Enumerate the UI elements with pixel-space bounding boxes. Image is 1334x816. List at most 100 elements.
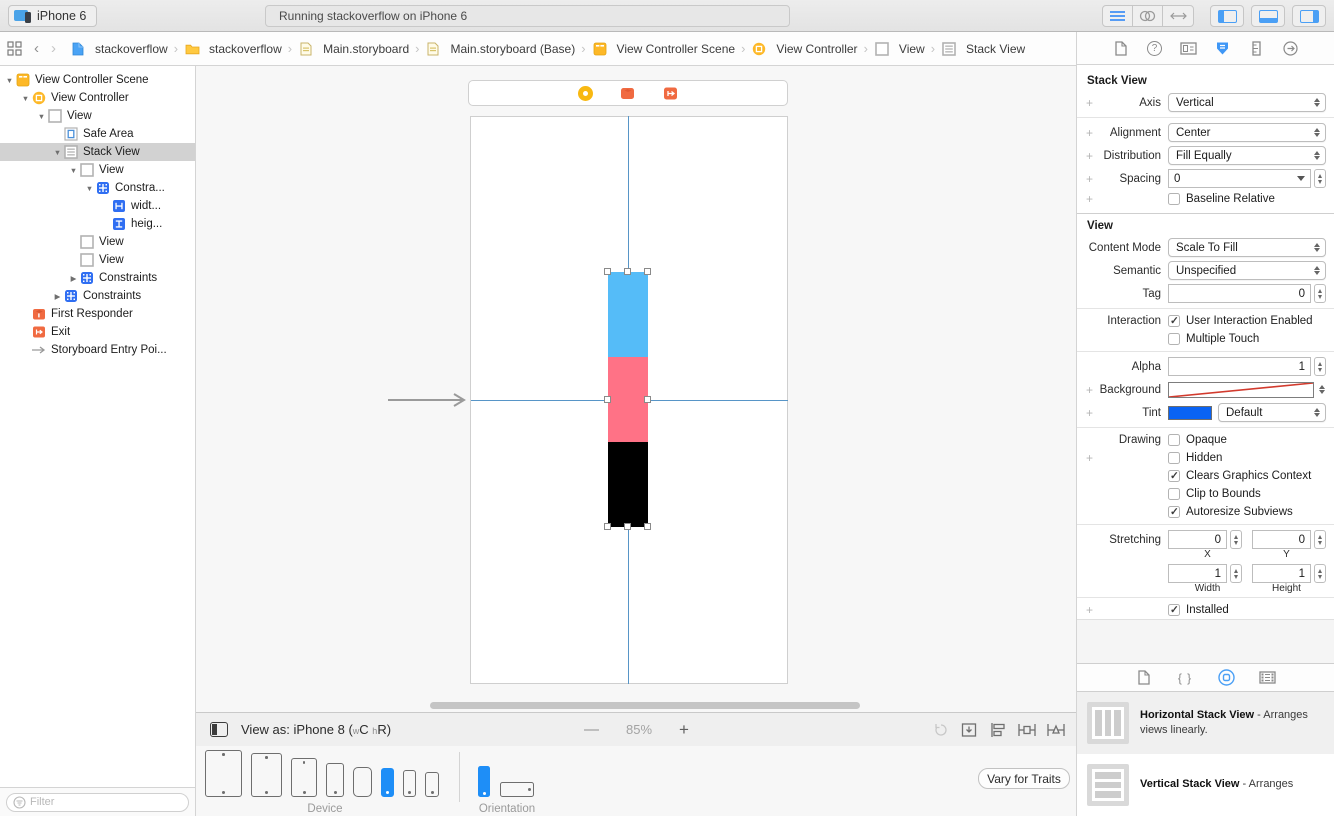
outline-row-widt[interactable]: widt... [0,197,195,215]
device-ipad-pro-129[interactable] [205,750,242,797]
stack-block-bottom[interactable] [608,442,648,527]
breadcrumb-item[interactable]: Stack View [941,42,1025,56]
device-bar-toggle-button[interactable] [210,722,228,737]
add-variation-button[interactable] [1086,451,1093,465]
selection-handle[interactable] [644,268,651,275]
outline-row-heig[interactable]: heig... [0,215,195,233]
disclosure-triangle[interactable]: ▼ [36,112,47,121]
alignment-popup[interactable]: Center [1168,123,1326,142]
connections-inspector-tab[interactable] [1282,40,1300,56]
stretching-y-field[interactable]: 0 [1252,530,1311,549]
content-mode-popup[interactable]: Scale To Fill [1168,238,1326,257]
selection-handle[interactable] [624,268,631,275]
outline-row-stack-view[interactable]: ▼ Stack View [0,143,195,161]
alpha-stepper[interactable] [1314,357,1326,376]
device-iphone-4s[interactable] [425,772,439,797]
disclosure-triangle[interactable]: ▼ [68,166,79,175]
breadcrumb-item[interactable]: View Controller [751,42,858,56]
stretching-width-stepper[interactable] [1230,564,1242,583]
outline-row-view-controller-scene[interactable]: ▼ View Controller Scene [0,71,195,89]
selection-handle[interactable] [624,523,631,530]
scheme-selector-button[interactable]: iPhone 6 [8,4,98,27]
disclosure-triangle[interactable]: ▼ [4,76,15,85]
add-variation-button[interactable] [1086,149,1093,163]
breadcrumb-item[interactable]: Main.storyboard (Base) [425,42,575,56]
semantic-popup[interactable]: Unspecified [1168,261,1326,280]
view-controller-dock-icon[interactable] [578,85,593,101]
spacing-field[interactable]: 0 [1168,169,1311,188]
assistant-editor-button[interactable] [1133,6,1163,26]
attributes-inspector-tab[interactable] [1214,41,1232,56]
selection-handle[interactable] [644,396,651,403]
file-inspector-tab[interactable] [1112,40,1130,56]
storyboard-canvas[interactable] [196,66,1076,712]
library-item-vertical-stack-view[interactable]: Vertical Stack View - Arranges [1077,754,1334,816]
standard-editor-button[interactable] [1103,6,1133,26]
selection-handle[interactable] [604,396,611,403]
add-constraints-icon[interactable] [1017,722,1037,738]
breadcrumb-item[interactable]: stackoverflow [70,42,168,56]
device-iphone-x[interactable] [353,767,372,797]
add-variation-button[interactable] [1086,383,1093,397]
outline-row-exit[interactable]: Exit [0,323,195,341]
selection-handle[interactable] [604,523,611,530]
background-popup-arrows[interactable] [1317,384,1326,395]
vary-for-traits-button[interactable]: Vary for Traits [978,768,1070,789]
quick-help-inspector-tab[interactable] [1146,40,1164,56]
add-variation-button[interactable] [1086,172,1093,186]
media-library-tab[interactable] [1258,671,1276,684]
file-template-library-tab[interactable] [1135,670,1153,685]
stretching-x-stepper[interactable] [1230,530,1242,549]
selection-handle[interactable] [644,523,651,530]
zoom-in-button[interactable]: + [679,720,689,740]
zoom-level[interactable]: 85% [626,722,652,737]
filter-input[interactable] [30,796,182,808]
breadcrumb-item[interactable]: Main.storyboard [298,42,409,56]
disclosure-triangle[interactable]: ▼ [20,94,31,103]
axis-popup[interactable]: Vertical [1168,93,1326,112]
add-variation-button[interactable] [1086,406,1093,420]
outline-row-constraints[interactable]: ▶ Constraints [0,269,195,287]
disclosure-triangle[interactable]: ▶ [52,292,63,301]
breadcrumb-item[interactable]: stackoverflow [184,42,282,56]
stretching-y-stepper[interactable] [1314,530,1326,549]
selection-handle[interactable] [604,268,611,275]
multiple-touch-checkbox[interactable] [1168,333,1180,345]
update-frames-icon[interactable] [932,722,950,738]
orientation-portrait-button[interactable] [478,766,490,797]
background-color-well[interactable] [1168,381,1314,398]
stretching-height-field[interactable]: 1 [1252,564,1311,583]
stack-view-on-canvas[interactable] [608,272,648,527]
outline-row-view[interactable]: ▼ View [0,107,195,125]
storyboard-entry-point-arrow[interactable] [386,391,472,409]
tag-field[interactable]: 0 [1168,284,1311,303]
identity-inspector-tab[interactable] [1180,41,1198,55]
stretching-height-stepper[interactable] [1314,564,1326,583]
toggle-debug-area-button[interactable] [1251,5,1285,27]
stack-block-middle[interactable] [608,357,648,442]
clip-to-bounds-checkbox[interactable] [1168,488,1180,500]
tint-color-well[interactable] [1168,405,1212,420]
exit-dock-icon[interactable] [663,86,678,101]
device-iphone-se[interactable] [403,770,416,797]
outline-row-view[interactable]: ▼ View [0,161,195,179]
stack-block-top[interactable] [608,272,648,357]
outline-row-view-controller[interactable]: ▼ View Controller [0,89,195,107]
opaque-checkbox[interactable] [1168,434,1180,446]
stretching-width-field[interactable]: 1 [1168,564,1227,583]
orientation-landscape-button[interactable] [500,782,534,797]
version-editor-button[interactable] [1163,6,1193,26]
device-iphone-8[interactable] [381,768,394,797]
object-library-tab[interactable] [1217,669,1235,686]
installed-checkbox[interactable] [1168,604,1180,616]
spacing-stepper[interactable] [1314,169,1326,188]
size-inspector-tab[interactable] [1248,40,1266,56]
add-variation-button[interactable] [1086,192,1093,206]
outline-row-storyboard-entry-poi[interactable]: Storyboard Entry Poi... [0,341,195,359]
filter-field[interactable] [6,792,189,812]
add-variation-button[interactable] [1086,603,1093,617]
library-item-horizontal-stack-view[interactable]: Horizontal Stack View - Arranges views l… [1077,692,1334,754]
outline-row-first-responder[interactable]: First Responder [0,305,195,323]
toggle-navigator-button[interactable] [1210,5,1244,27]
device-ipad[interactable] [291,758,317,797]
